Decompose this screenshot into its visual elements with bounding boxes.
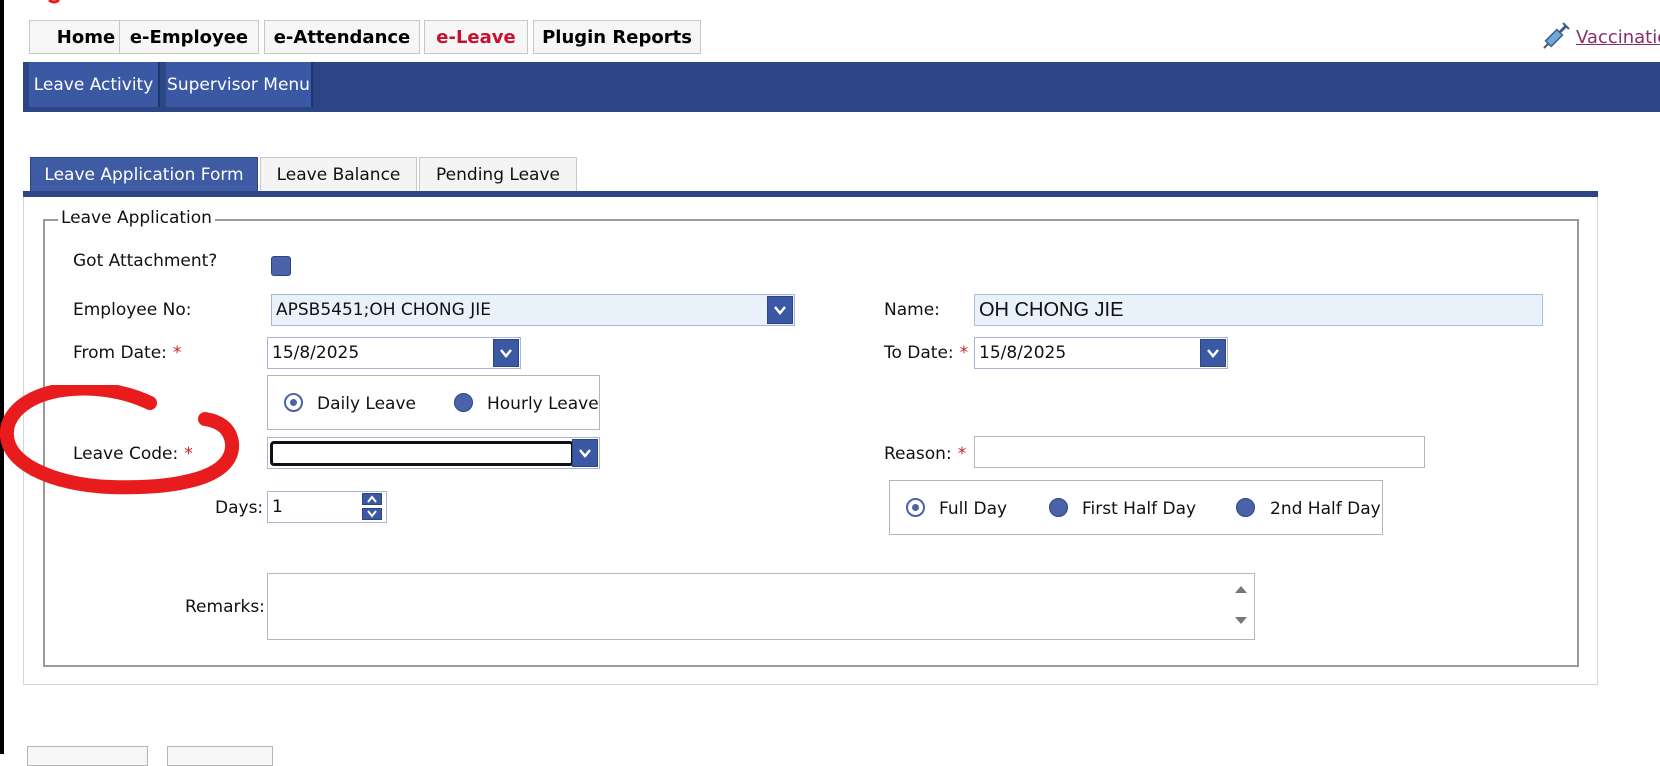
from-date-required: *	[172, 343, 182, 363]
tab-leave-application-form-label: Leave Application Form	[44, 164, 244, 185]
chevron-down-icon[interactable]	[572, 439, 598, 467]
first-half-day-radio[interactable]	[1049, 498, 1068, 517]
daily-leave-label[interactable]: Daily Leave	[317, 394, 416, 414]
scroll-down-icon[interactable]	[1234, 616, 1248, 626]
first-half-day-label[interactable]: First Half Day	[1082, 499, 1196, 519]
hourly-leave-radio[interactable]	[454, 393, 473, 412]
scroll-up-icon[interactable]	[1234, 584, 1248, 594]
from-date-label: From Date: *	[73, 343, 181, 363]
to-date-required: *	[959, 343, 969, 363]
from-date-picker[interactable]: 15/8/2025	[267, 337, 521, 369]
nav-e-leave[interactable]: e-Leave	[424, 20, 528, 54]
to-date-label-text: To Date:	[884, 343, 954, 363]
spin-down-icon[interactable]	[362, 508, 382, 520]
name-field: OH CHONG JIE	[974, 294, 1543, 326]
remarks-label: Remarks:	[185, 597, 265, 617]
leave-code-input[interactable]	[270, 441, 574, 466]
name-value: OH CHONG JIE	[979, 298, 1124, 321]
submenu-leave-activity-label: Leave Activity	[33, 74, 154, 95]
chevron-down-icon[interactable]	[493, 339, 519, 367]
nav-e-leave-label: e-Leave	[436, 26, 516, 48]
nav-e-employee-label: e-Employee	[129, 26, 249, 48]
nav-e-attendance[interactable]: e-Attendance	[264, 20, 420, 54]
reason-label: Reason: *	[884, 444, 966, 464]
submenu-leave-activity[interactable]: Leave Activity	[29, 62, 160, 107]
from-date-value: 15/8/2025	[272, 343, 360, 363]
vaccination-link-area[interactable]: Vaccination	[1540, 20, 1660, 54]
remarks-textarea[interactable]	[267, 573, 1255, 640]
name-label: Name:	[884, 300, 940, 320]
nav-e-attendance-label: e-Attendance	[273, 26, 411, 48]
bottom-button-1[interactable]	[27, 746, 148, 766]
from-date-label-text: From Date:	[73, 343, 167, 363]
vaccination-link[interactable]: Vaccination	[1576, 27, 1660, 48]
days-value[interactable]: 1	[272, 497, 283, 517]
nav-e-employee[interactable]: e-Employee	[119, 20, 259, 54]
to-date-value: 15/8/2025	[979, 343, 1067, 363]
tab-pending-leave[interactable]: Pending Leave	[419, 157, 577, 192]
to-date-picker[interactable]: 15/8/2025	[974, 337, 1228, 369]
red-mark-fragment	[48, 0, 60, 4]
bottom-button-2[interactable]	[167, 746, 273, 766]
fieldset-legend: Leave Application	[58, 208, 215, 228]
hourly-leave-label[interactable]: Hourly Leave	[487, 394, 599, 414]
syringe-icon	[1543, 22, 1570, 49]
nav-plugin-reports[interactable]: Plugin Reports	[533, 20, 701, 54]
employee-no-value: APSB5451;OH CHONG JIE	[276, 300, 491, 320]
chevron-down-icon[interactable]	[1200, 339, 1226, 367]
nav-home-label: Home	[56, 26, 116, 48]
left-border	[0, 0, 4, 754]
second-half-day-label[interactable]: 2nd Half Day	[1270, 499, 1381, 519]
full-day-radio[interactable]	[906, 498, 925, 517]
submenu-supervisor-menu-label: Supervisor Menu	[167, 74, 310, 95]
chevron-down-icon[interactable]	[767, 296, 793, 324]
reason-input[interactable]	[974, 436, 1425, 468]
nav-plugin-reports-label: Plugin Reports	[542, 26, 692, 48]
attachment-label: Got Attachment?	[73, 251, 218, 271]
submenu-supervisor-menu[interactable]: Supervisor Menu	[166, 62, 313, 107]
reason-label-text: Reason:	[884, 444, 952, 464]
reason-required: *	[957, 444, 967, 464]
second-half-day-radio[interactable]	[1236, 498, 1255, 517]
tab-leave-balance[interactable]: Leave Balance	[260, 157, 417, 192]
full-day-label[interactable]: Full Day	[939, 499, 1007, 519]
tab-leave-balance-label: Leave Balance	[276, 164, 401, 185]
employee-no-select[interactable]: APSB5451;OH CHONG JIE	[271, 294, 795, 326]
employee-no-label: Employee No:	[73, 300, 192, 320]
to-date-label: To Date: *	[884, 343, 968, 363]
leave-code-select[interactable]	[267, 437, 600, 469]
tab-pending-leave-label: Pending Leave	[436, 164, 560, 185]
tab-leave-application-form[interactable]: Leave Application Form	[30, 157, 258, 192]
daily-leave-radio[interactable]	[284, 393, 303, 412]
spin-up-icon[interactable]	[362, 493, 382, 505]
attachment-checkbox[interactable]	[271, 256, 291, 276]
red-circle-annotation	[0, 385, 239, 495]
